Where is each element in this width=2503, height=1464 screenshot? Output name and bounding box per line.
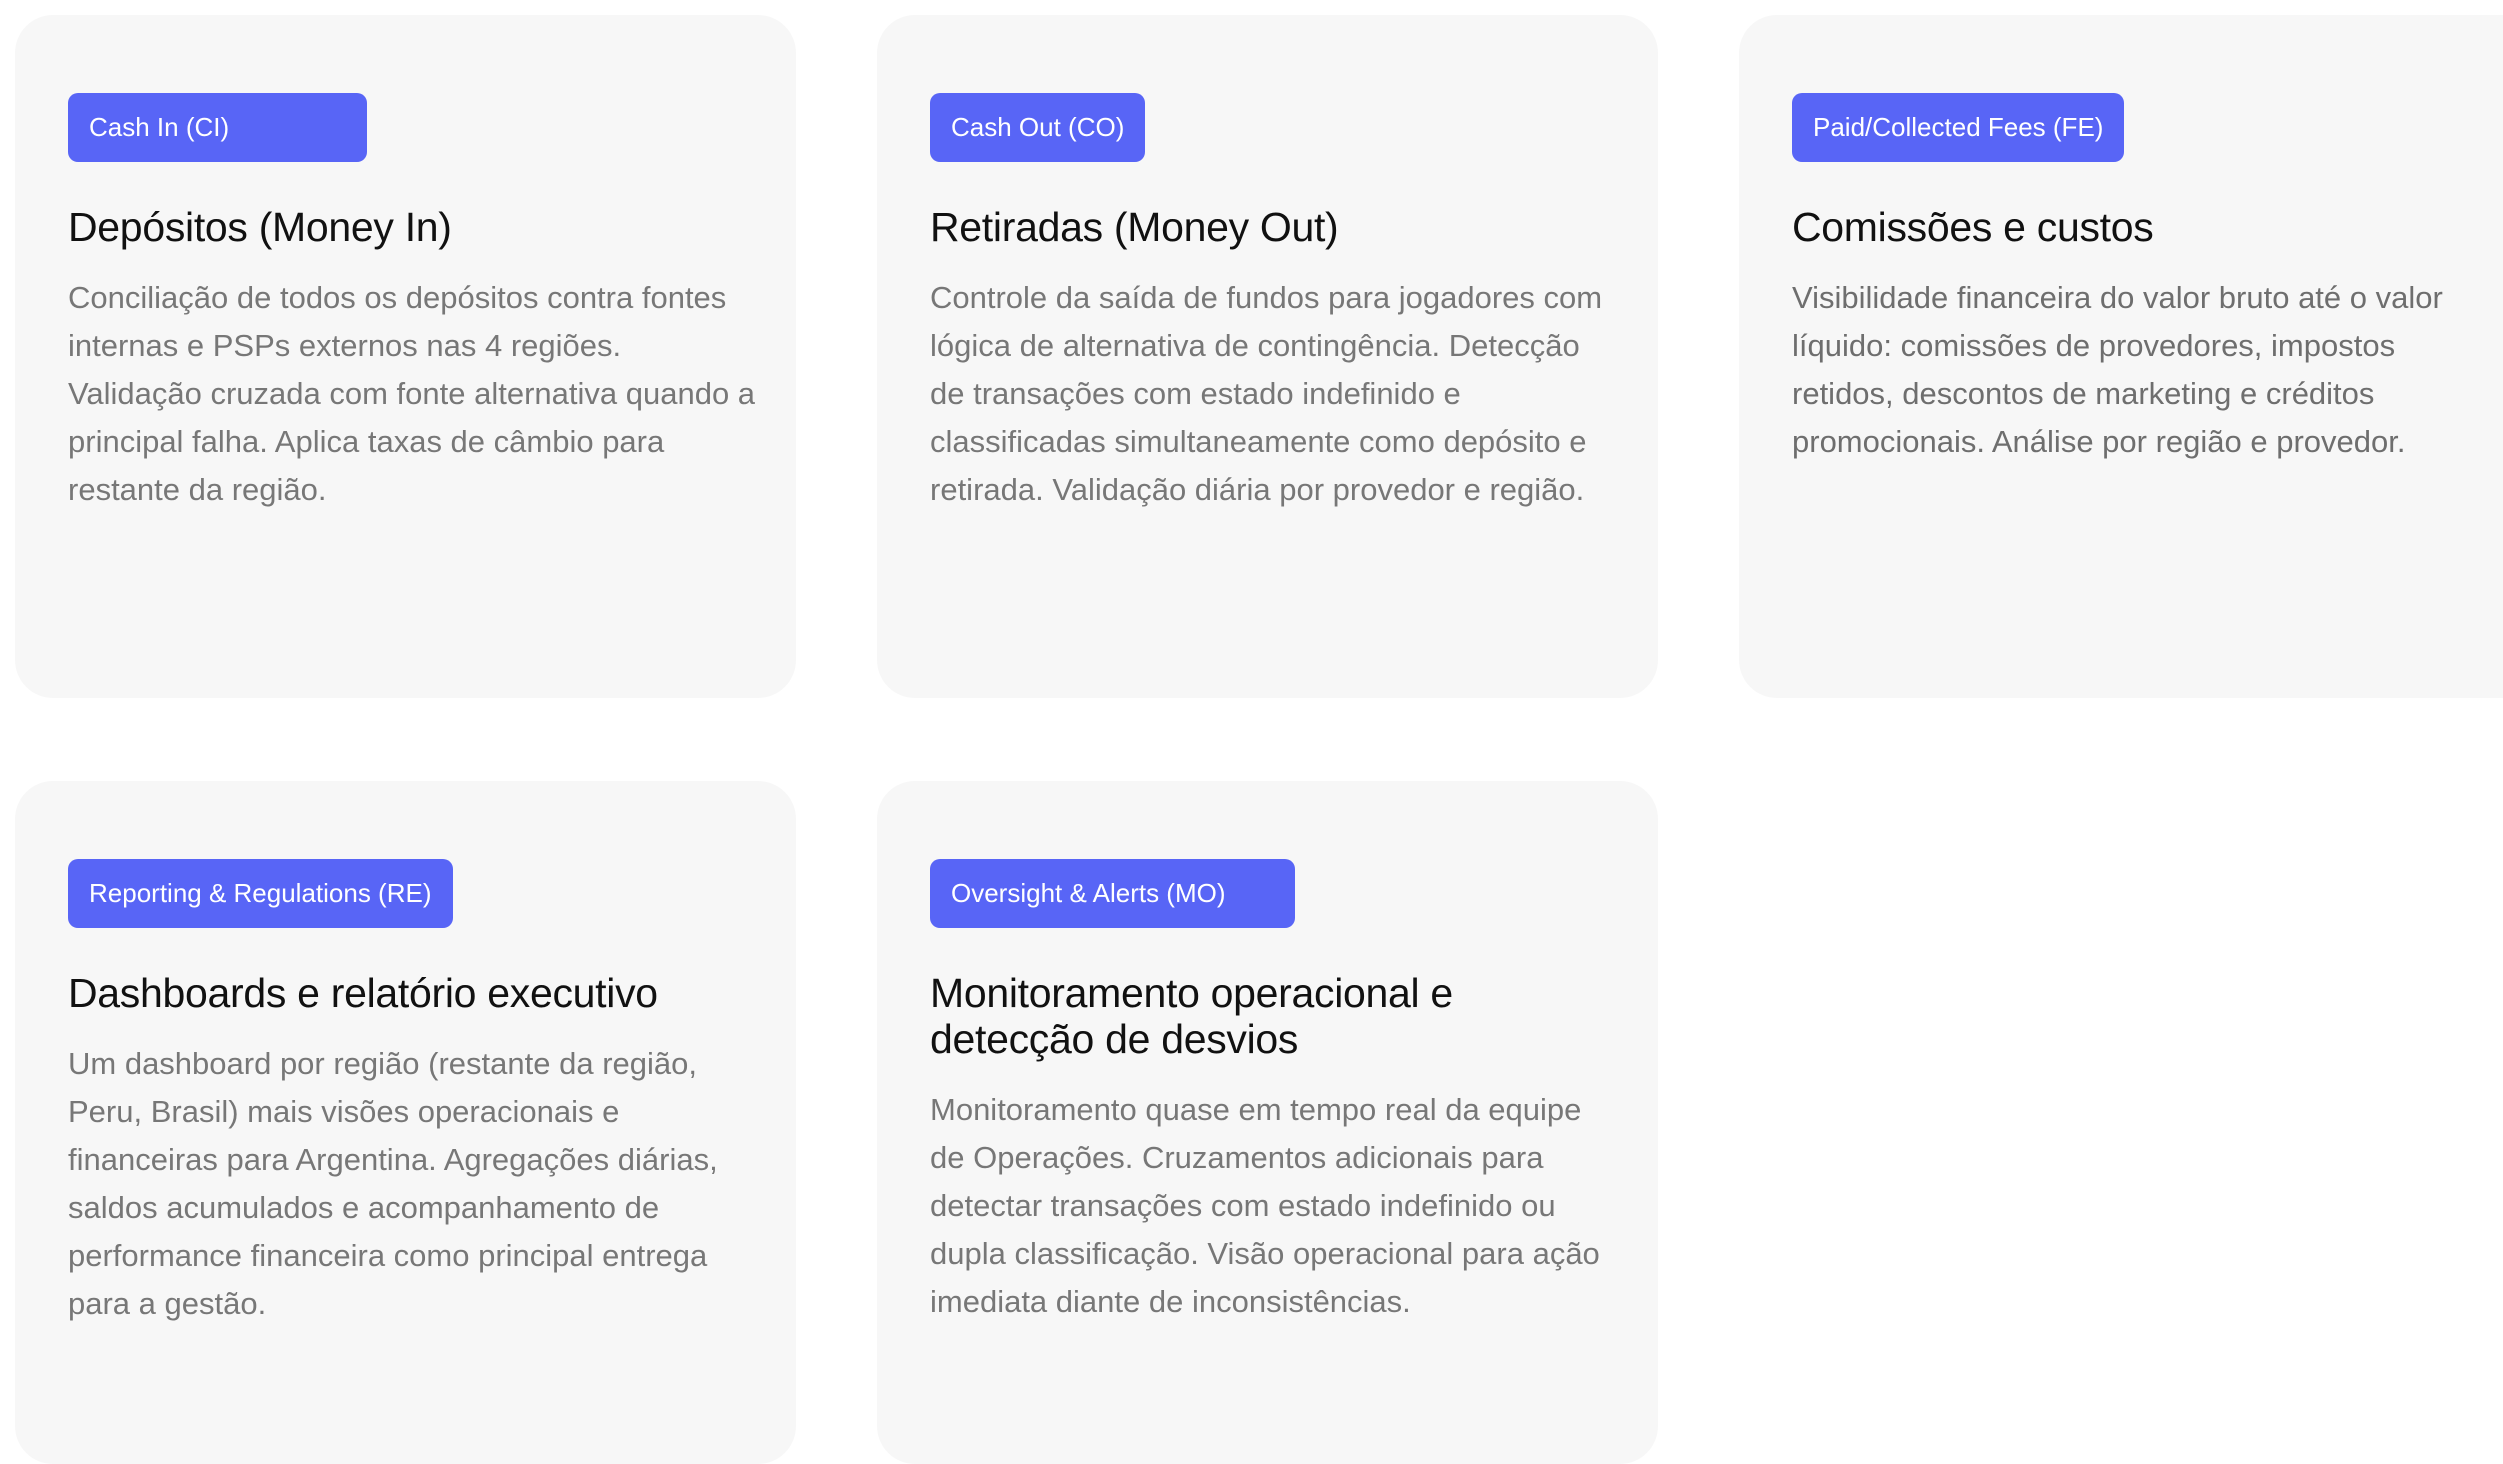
card-cash-in: Cash In (CI) Depósitos (Money In) Concil… xyxy=(15,15,796,698)
category-badge: Oversight & Alerts (MO) xyxy=(930,859,1295,928)
card-title: Comissões e custos xyxy=(1792,204,2154,250)
category-badge: Cash In (CI) xyxy=(68,93,367,162)
category-badge: Cash Out (CO) xyxy=(930,93,1146,162)
card-title: Dashboards e relatório executivo xyxy=(68,970,658,1016)
card-fees: Paid/Collected Fees (FE) Comissões e cus… xyxy=(1739,15,2503,698)
card-description: Conciliação de todos os depósitos contra… xyxy=(68,280,756,507)
card-title: Depósitos (Money In) xyxy=(68,204,452,250)
card-title: Monitoramento operacional e detecção de … xyxy=(930,970,1453,1062)
card-cash-out: Cash Out (CO) Retiradas (Money Out) Cont… xyxy=(877,15,1658,698)
card-description: Um dashboard por região (restante da reg… xyxy=(68,1046,718,1321)
card-description: Controle da saída de fundos para jogador… xyxy=(930,280,1603,507)
card-monitoring: Oversight & Alerts (MO) Monitoramento op… xyxy=(877,781,1658,1464)
card-title: Retiradas (Money Out) xyxy=(930,204,1339,250)
card-description: Monitoramento quase em tempo real da equ… xyxy=(930,1092,1600,1319)
category-badge: Paid/Collected Fees (FE) xyxy=(1792,93,2125,162)
card-description: Visibilidade financeira do valor bruto a… xyxy=(1792,280,2443,459)
card-reporting: Reporting & Regulations (RE) Dashboards … xyxy=(15,781,796,1464)
category-badge: Reporting & Regulations (RE) xyxy=(68,859,453,928)
card-grid: Cash In (CI) Depósitos (Money In) Concil… xyxy=(15,15,2503,1464)
